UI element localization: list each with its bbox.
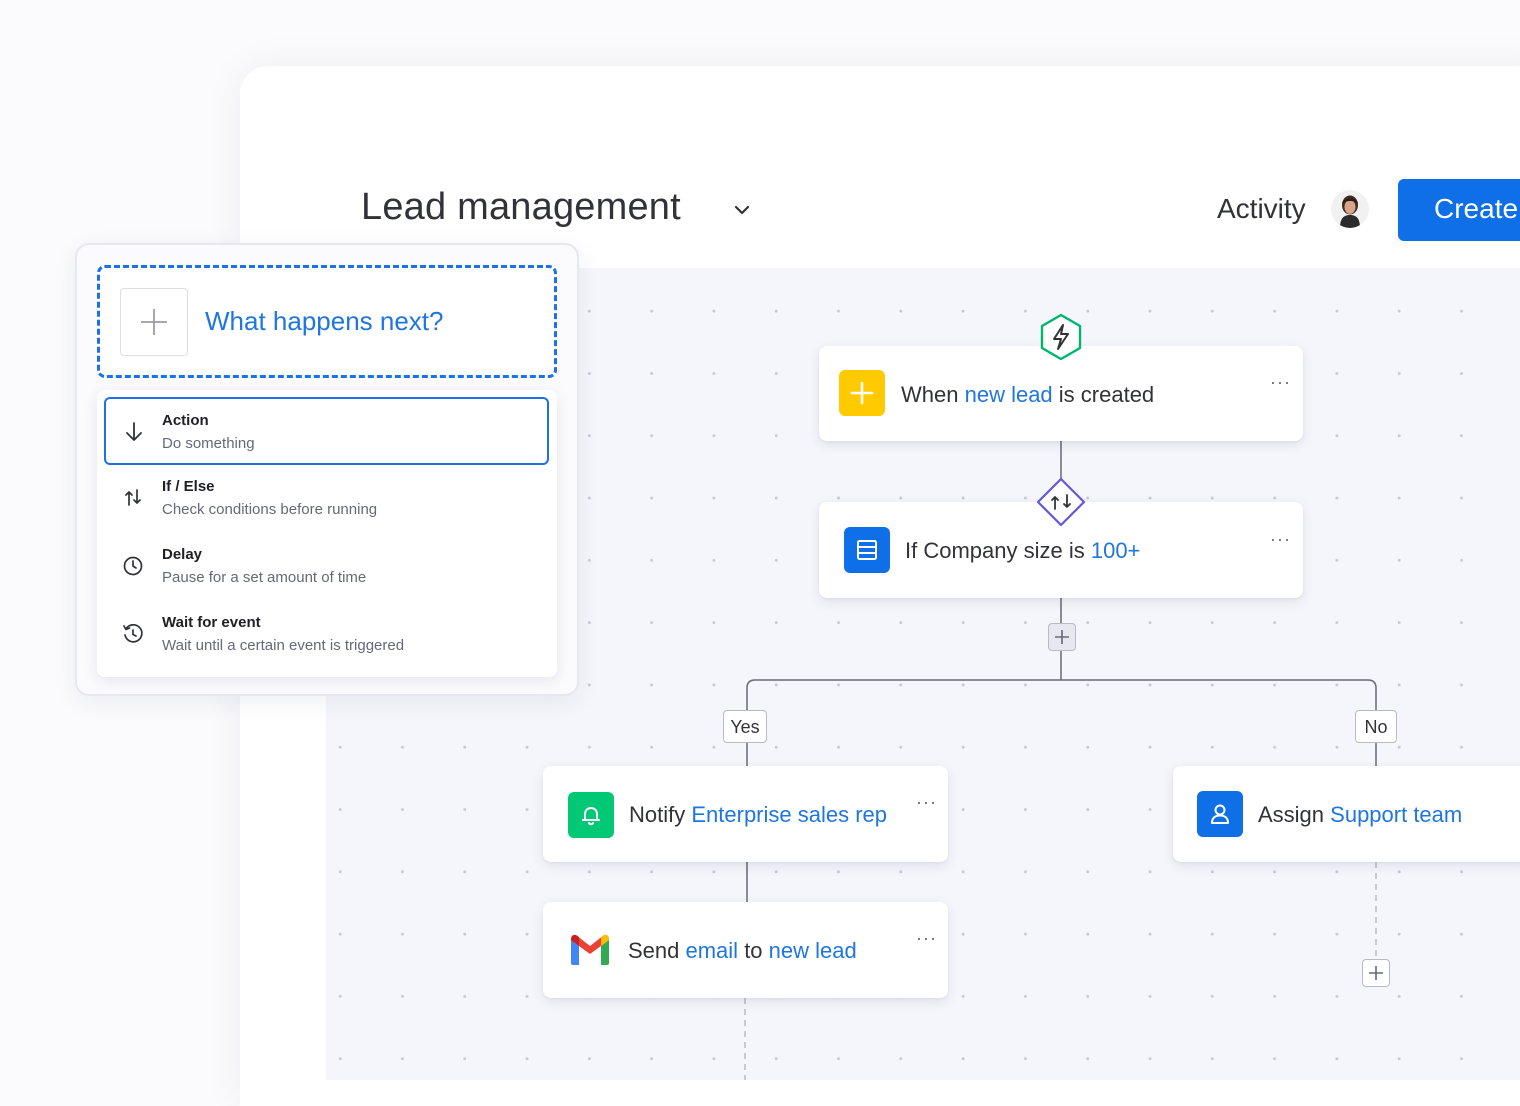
menu-item-subtitle: Pause for a set amount of time bbox=[162, 569, 367, 586]
email-text: Send email to new lead bbox=[628, 938, 857, 963]
condition-highlight[interactable]: 100+ bbox=[1091, 538, 1141, 563]
menu-item-title: Delay bbox=[162, 546, 203, 563]
gmail-icon bbox=[571, 934, 609, 965]
page-title: Lead management bbox=[361, 186, 681, 228]
menu-item-title: Wait for event bbox=[162, 614, 261, 631]
notify-card[interactable]: Notify Enterprise sales rep ··· bbox=[543, 766, 948, 862]
plus-icon bbox=[141, 309, 167, 335]
yes-branch-label: Yes bbox=[723, 710, 767, 743]
chevron-down-icon[interactable] bbox=[730, 198, 754, 222]
email-card[interactable]: Send email to new lead ··· bbox=[543, 902, 948, 998]
assign-text: Assign Support team bbox=[1258, 802, 1463, 827]
avatar[interactable] bbox=[1331, 190, 1369, 228]
add-step-plus-button[interactable] bbox=[120, 288, 188, 356]
add-step-button[interactable] bbox=[1048, 623, 1076, 651]
bell-icon bbox=[568, 792, 614, 838]
create-button[interactable]: Create bbox=[1398, 179, 1520, 241]
notify-text: Notify Enterprise sales rep bbox=[629, 802, 888, 827]
clock-icon bbox=[123, 556, 143, 576]
trigger-text: When new lead is created bbox=[901, 382, 1155, 407]
assign-card[interactable]: Assign Support team bbox=[1173, 766, 1520, 862]
person-icon bbox=[1197, 791, 1243, 837]
condition-text: If Company size is 100+ bbox=[905, 538, 1141, 563]
menu-item-title: Action bbox=[162, 412, 209, 429]
menu-item-wait-for-event[interactable]: Wait for event Wait until a certain even… bbox=[97, 606, 557, 672]
plus-icon bbox=[839, 370, 885, 416]
next-step-label: What happens next? bbox=[205, 306, 444, 336]
history-clock-icon bbox=[123, 623, 143, 643]
menu-item-title: If / Else bbox=[162, 478, 215, 495]
more-options-icon[interactable]: ··· bbox=[916, 928, 937, 949]
menu-item-action[interactable]: Action Do something bbox=[104, 397, 549, 465]
menu-item-subtitle: Wait until a certain event is triggered bbox=[162, 637, 405, 654]
more-options-icon[interactable]: ··· bbox=[1270, 372, 1291, 393]
avatar-portrait-icon bbox=[1331, 190, 1369, 228]
step-type-menu: Action Do something If / Else Check cond… bbox=[97, 390, 557, 677]
menu-item-subtitle: Do something bbox=[162, 435, 255, 452]
trigger-highlight[interactable]: new lead bbox=[965, 382, 1053, 407]
add-step-button[interactable] bbox=[1362, 959, 1390, 987]
branch-badge-icon bbox=[1036, 477, 1086, 527]
more-options-icon[interactable]: ··· bbox=[916, 792, 937, 813]
arrow-down-icon bbox=[126, 422, 142, 441]
activity-link[interactable]: Activity bbox=[1217, 193, 1306, 225]
menu-item-delay[interactable]: Delay Pause for a set amount of time bbox=[97, 538, 557, 604]
table-icon bbox=[844, 527, 890, 573]
assign-highlight[interactable]: Support team bbox=[1330, 802, 1462, 827]
lightning-badge-icon bbox=[1040, 313, 1082, 361]
menu-item-if-else[interactable]: If / Else Check conditions before runnin… bbox=[97, 470, 557, 536]
more-options-icon[interactable]: ··· bbox=[1270, 529, 1291, 550]
notify-highlight[interactable]: Enterprise sales rep bbox=[691, 802, 887, 827]
email-highlight[interactable]: email bbox=[686, 938, 739, 963]
no-branch-label: No bbox=[1355, 710, 1397, 743]
branch-icon bbox=[125, 489, 141, 506]
menu-item-subtitle: Check conditions before running bbox=[162, 501, 378, 518]
lead-highlight[interactable]: new lead bbox=[769, 938, 857, 963]
